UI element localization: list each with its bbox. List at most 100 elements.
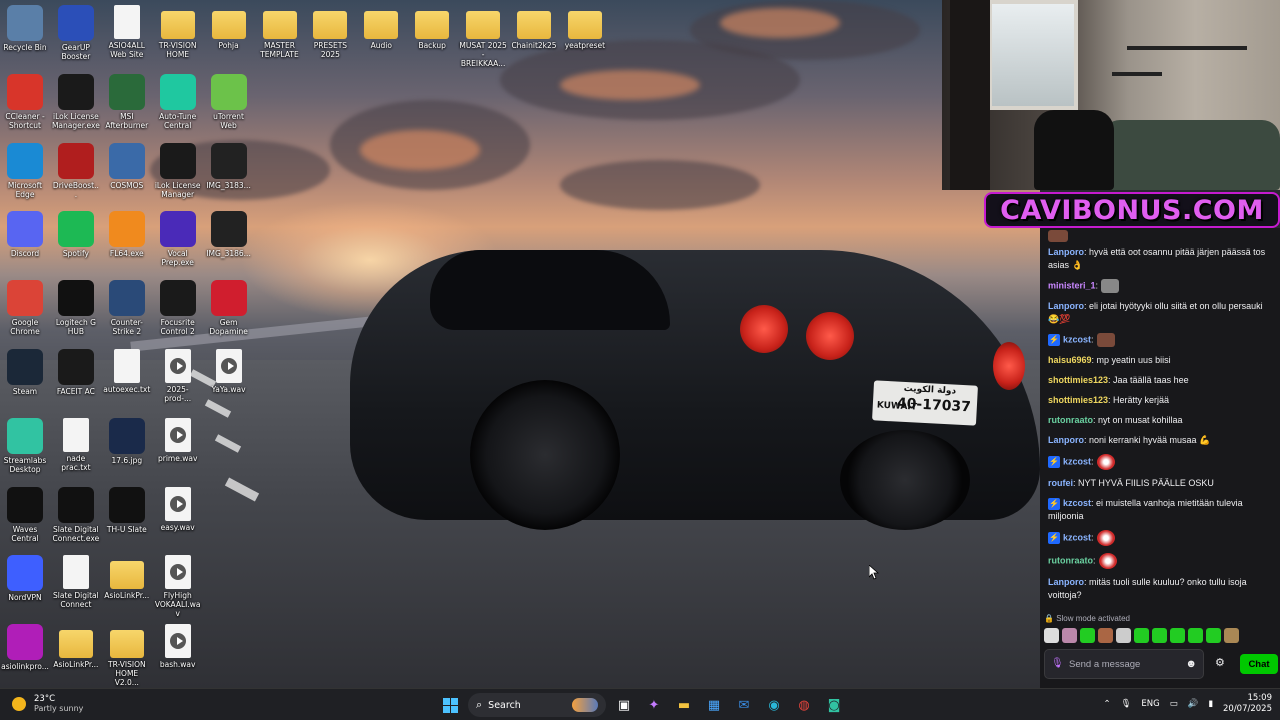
desktop-icon[interactable]: PRESETS 2025 (306, 5, 354, 59)
chat-send-button[interactable]: Chat (1240, 654, 1278, 674)
taskbar-search[interactable]: ⌕ Search (468, 693, 606, 717)
network-icon[interactable]: ▭ (1170, 699, 1178, 709)
desktop-icon[interactable]: TH-U Slate (103, 486, 151, 534)
chat-message-input[interactable] (1069, 658, 1186, 670)
chat-settings-gear-icon[interactable]: ⚙ (1215, 656, 1225, 669)
folder-icon (415, 11, 450, 39)
desktop-icon[interactable]: easy.wav (154, 486, 202, 532)
microphone-icon[interactable]: 🎙 (1051, 658, 1064, 670)
desktop-icon[interactable]: Discord (1, 211, 49, 258)
desktop-icon[interactable]: Waves Central (1, 486, 49, 543)
desktop-icon[interactable]: IMG_3186... (205, 211, 253, 258)
desktop-icon[interactable]: MUSAT 2025 - BREIKKAA... (459, 5, 507, 68)
desktop-icon[interactable]: FlyHigh VOKAALI.wav (154, 555, 202, 618)
chat-username[interactable]: kzcost (1063, 334, 1091, 344)
desktop-icon[interactable]: yeatpreset (561, 5, 609, 50)
file-explorer-icon[interactable]: ▬ (672, 693, 696, 717)
desktop-icon[interactable]: Streamlabs Desktop (1, 417, 49, 474)
chat-username[interactable]: Lanporo (1048, 247, 1084, 257)
desktop-icon[interactable]: AsioLinkPr... (52, 624, 100, 669)
desktop-icon[interactable]: Audio (357, 5, 405, 50)
desktop-icon[interactable]: Vocal Prep.exe (154, 211, 202, 267)
desktop-icon[interactable]: Slate Digital Connect (52, 555, 100, 609)
desktop-icon[interactable]: FL64.exe (103, 211, 151, 258)
desktop-icon[interactable]: Steam (1, 349, 49, 396)
battery-icon[interactable]: ▮ (1208, 699, 1213, 709)
start-button[interactable] (438, 693, 462, 717)
chat-username[interactable]: Lanporo (1048, 577, 1084, 587)
desktop-icon[interactable]: Backup (408, 5, 456, 50)
desktop-icon[interactable]: uTorrent Web (205, 73, 253, 130)
chrome-icon[interactable]: ◍ (792, 693, 816, 717)
microsoft-store-icon[interactable]: ▦ (702, 693, 726, 717)
desktop-icon[interactable]: MASTER TEMPLATE (256, 5, 304, 59)
edge-icon[interactable]: ◉ (762, 693, 786, 717)
desktop-icon[interactable]: Google Chrome (1, 280, 49, 336)
desktop-icon[interactable]: Gem Dopamine (205, 280, 253, 336)
language-indicator[interactable]: ENG (1141, 699, 1159, 709)
weather-widget[interactable]: 23°C Partly sunny (12, 694, 83, 714)
desktop-icon[interactable]: TR-VISION HOME V2.0... (103, 624, 151, 687)
desktop-icon[interactable]: prime.wav (154, 417, 202, 463)
desktop-icon[interactable]: bash.wav (154, 624, 202, 669)
chat-username[interactable]: ministeri_1 (1048, 280, 1096, 290)
desktop-icon[interactable]: Counter-Strike 2 (103, 280, 151, 336)
desktop-icon[interactable]: Auto-Tune Central (154, 73, 202, 130)
chat-username[interactable]: shottimies123 (1048, 375, 1108, 385)
chat-username[interactable]: kzcost (1063, 498, 1091, 508)
desktop-icon[interactable]: Recycle Bin (1, 5, 49, 52)
chat-username[interactable]: roufei (1048, 478, 1073, 488)
emote-bar[interactable] (1044, 628, 1239, 643)
desktop-icon[interactable]: Spotify (52, 211, 100, 258)
chat-username[interactable]: kzcost (1063, 456, 1091, 466)
desktop-icon[interactable]: AsioLinkPr... (103, 555, 151, 600)
microphone-tray-icon[interactable]: 🎙 (1121, 699, 1132, 709)
chat-username[interactable]: kzcost (1063, 532, 1091, 542)
desktop-icon[interactable]: Microsoft Edge (1, 142, 49, 199)
desktop-icon[interactable]: 17.6.jpg (103, 417, 151, 465)
desktop-icon[interactable]: Slate Digital Connect.exe (52, 486, 100, 543)
desktop-icon[interactable]: GearUP Booster (52, 5, 100, 61)
desktop-icon[interactable]: iLok License Manager (154, 142, 202, 199)
chat-username[interactable]: Lanporo (1048, 301, 1084, 311)
desktop-icon[interactable]: asiolinkpro... (1, 624, 49, 671)
chat-message: roufei: NYT HYVÄ FIILIS PÄÄLLE OSKU (1048, 477, 1276, 490)
desktop-icon[interactable]: autoexec.txt (103, 349, 151, 394)
chat-username[interactable]: rutonraato (1048, 415, 1093, 425)
desktop-icon[interactable]: MSI Afterburner (103, 73, 151, 130)
desktop-icon[interactable]: YaYa.wav (205, 349, 253, 394)
desktop-icon[interactable]: CCleaner - Shortcut (1, 73, 49, 130)
desktop-icon[interactable]: COSMOS (103, 142, 151, 190)
desktop-icon[interactable]: Pohja (205, 5, 253, 50)
desktop-icon[interactable]: NordVPN (1, 555, 49, 602)
desktop-icon[interactable]: 2025-prod-... (154, 349, 202, 403)
desktop-icon[interactable]: Chainit2k25 (510, 5, 558, 50)
desktop-icon[interactable]: Logitech G HUB (52, 280, 100, 336)
chat-username[interactable]: haisu6969 (1048, 355, 1092, 365)
streamlabs-icon[interactable]: ◙ (822, 693, 846, 717)
outlook-icon[interactable]: ✉ (732, 693, 756, 717)
chat-username[interactable]: rutonraato (1048, 555, 1093, 565)
volume-icon[interactable]: 🔊 (1188, 699, 1199, 709)
chat-username[interactable]: shottimies123 (1048, 395, 1108, 405)
user-badge-icon[interactable]: ⚡ (1048, 497, 1060, 510)
desktop-icon[interactable]: FACEIT AC (52, 349, 100, 396)
user-badge-icon[interactable]: ⚡ (1048, 456, 1060, 468)
chat-message: Lanporo: mitäs tuoli sulle kuuluu? onko … (1048, 576, 1276, 602)
chat-username[interactable]: Lanporo (1048, 435, 1084, 445)
chat-input-box[interactable]: 🎙 ☻ (1044, 649, 1204, 679)
copilot-icon[interactable]: ✦ (642, 693, 666, 717)
desktop-icon[interactable]: nade prac.txt (52, 417, 100, 472)
user-badge-icon[interactable]: ⚡ (1048, 532, 1060, 544)
desktop-icon[interactable]: Focusrite Control 2 (154, 280, 202, 336)
user-badge-icon[interactable]: ⚡ (1048, 334, 1060, 346)
task-view-icon[interactable]: ▣ (612, 693, 636, 717)
desktop-icon[interactable]: DriveBoost... (52, 142, 100, 199)
desktop-icon[interactable]: TR-VISION HOME (154, 5, 202, 59)
system-clock[interactable]: 15:09 20/07/2025 (1223, 693, 1272, 715)
show-hidden-icons-chevron-icon[interactable]: ⌃ (1103, 699, 1110, 709)
desktop-icon[interactable]: IMG_3183... (205, 142, 253, 190)
desktop-icon[interactable]: ASIO4ALL Web Site (103, 5, 151, 59)
emoji-icon[interactable]: ☻ (1185, 658, 1197, 670)
desktop-icon[interactable]: iLok License Manager.exe (52, 73, 100, 130)
